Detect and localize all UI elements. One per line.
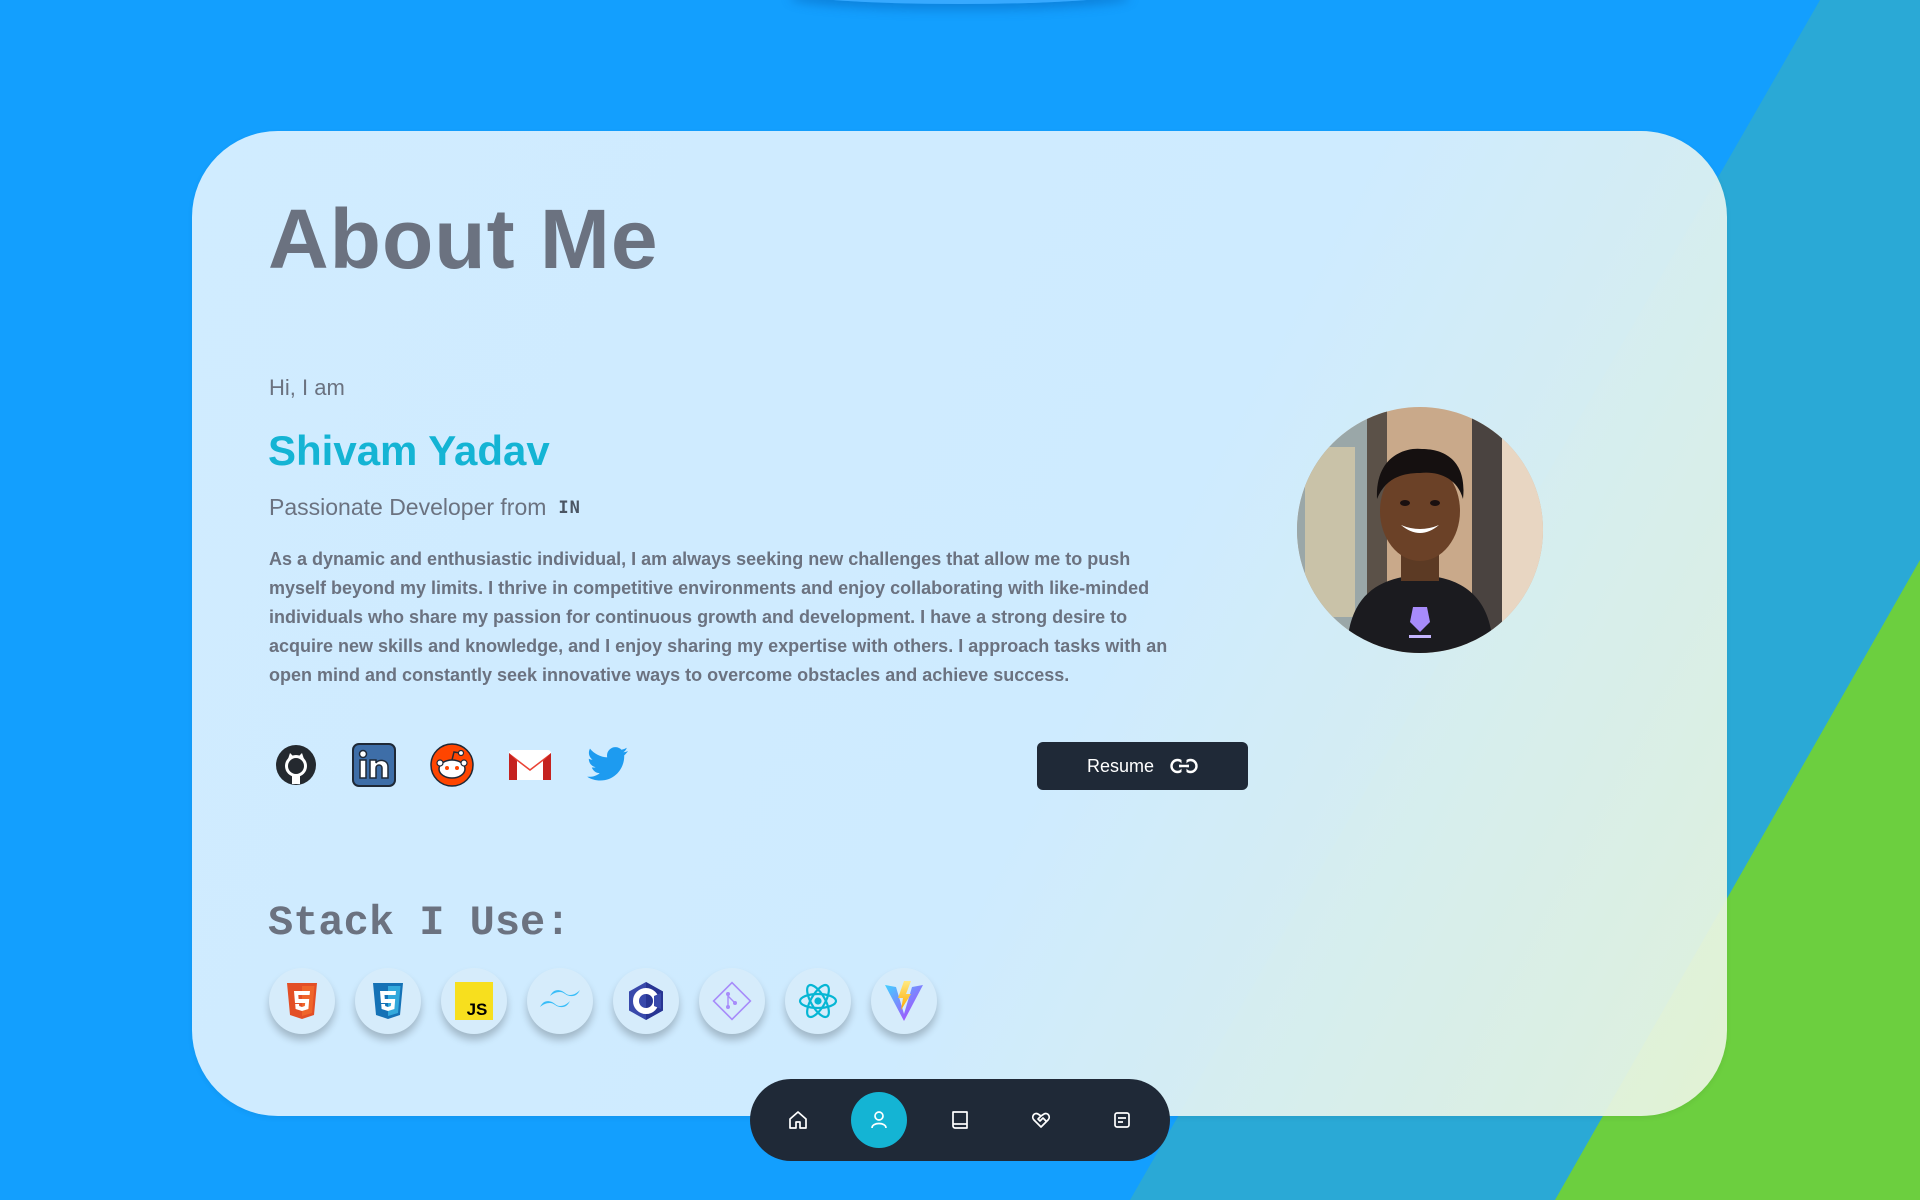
stack-title: Stack I Use: bbox=[268, 899, 571, 947]
gmail-icon[interactable] bbox=[507, 742, 553, 788]
bottom-nav bbox=[750, 1079, 1170, 1161]
reddit-icon[interactable] bbox=[429, 742, 475, 788]
git-icon bbox=[699, 968, 765, 1034]
profile-avatar bbox=[1297, 407, 1543, 653]
user-icon[interactable] bbox=[851, 1092, 907, 1148]
linkedin-icon[interactable] bbox=[351, 742, 397, 788]
resume-button[interactable]: Resume bbox=[1037, 742, 1248, 790]
tailwind-icon bbox=[527, 968, 593, 1034]
greeting-text: Hi, I am bbox=[269, 375, 345, 400]
subtitle-text: Passionate Developer from bbox=[269, 494, 547, 520]
svg-text:JS: JS bbox=[467, 1000, 488, 1019]
html5-icon bbox=[269, 968, 335, 1034]
notes-icon[interactable] bbox=[1094, 1092, 1150, 1148]
resume-label: Resume bbox=[1086, 755, 1155, 776]
book-icon[interactable] bbox=[932, 1092, 988, 1148]
top-glow bbox=[790, 0, 1130, 4]
link-icon bbox=[1170, 758, 1198, 774]
heart-handshake-icon[interactable] bbox=[1013, 1092, 1069, 1148]
page-title: About Me bbox=[268, 192, 659, 286]
tech-stack: JS bbox=[269, 968, 937, 1034]
css3-icon bbox=[355, 968, 421, 1034]
c-icon bbox=[613, 968, 679, 1034]
react-icon bbox=[785, 968, 851, 1034]
social-links bbox=[273, 742, 631, 788]
github-icon[interactable] bbox=[273, 742, 319, 788]
javascript-icon: JS bbox=[441, 968, 507, 1034]
profile-subtitle: Passionate Developer from IN bbox=[269, 494, 581, 521]
bio-paragraph: As a dynamic and enthusiastic individual… bbox=[269, 549, 1168, 685]
twitter-icon[interactable] bbox=[585, 742, 631, 788]
profile-name: Shivam Yadav bbox=[268, 427, 550, 474]
home-icon[interactable] bbox=[770, 1092, 826, 1148]
country-flag: IN bbox=[558, 497, 581, 518]
vite-icon bbox=[871, 968, 937, 1034]
